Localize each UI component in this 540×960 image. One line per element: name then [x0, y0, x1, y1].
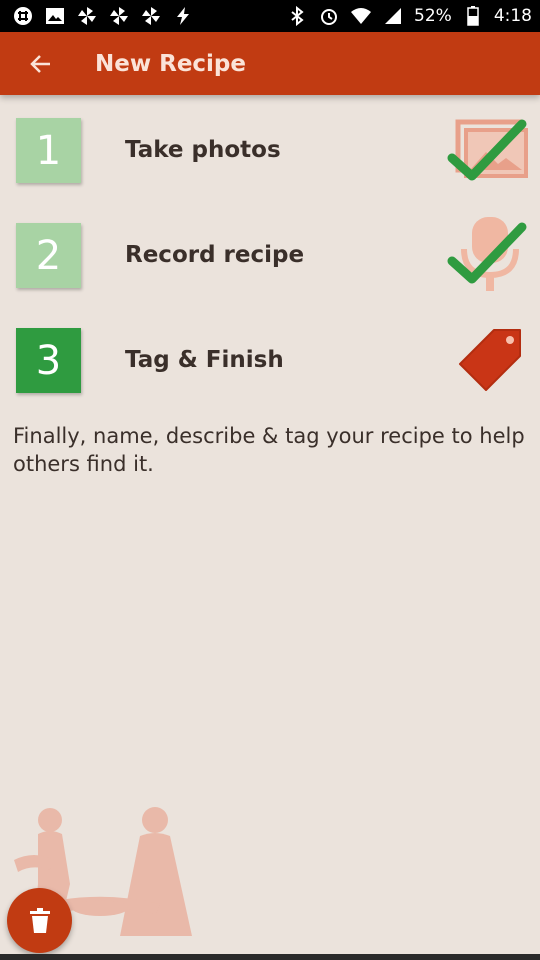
clock: 4:18 — [493, 6, 532, 26]
pinwheel-icon — [108, 5, 130, 27]
page-title: New Recipe — [95, 50, 246, 77]
arrow-left-icon — [30, 54, 50, 73]
step-tag-finish[interactable]: 3 Tag & Finish — [0, 314, 540, 419]
step-take-photos[interactable]: 1 Take photos — [0, 104, 540, 209]
signal-icon — [382, 5, 404, 27]
app-bar: New Recipe — [0, 32, 540, 95]
notification-icons — [12, 5, 194, 27]
step-label: Tag & Finish — [125, 347, 284, 373]
step-label: Take photos — [125, 137, 281, 163]
step-label: Record recipe — [125, 242, 305, 268]
delete-button[interactable] — [7, 888, 72, 953]
tag-icon — [459, 329, 521, 391]
pinwheel-icon — [76, 5, 98, 27]
step-number-badge: 1 — [16, 118, 81, 183]
gallery-icon — [44, 5, 66, 27]
back-button[interactable] — [0, 32, 82, 95]
bolt-icon — [172, 5, 194, 27]
step-description: Finally, name, describe & tag your recip… — [13, 424, 525, 476]
battery-percent: 52% — [414, 6, 452, 26]
bluetooth-icon — [286, 5, 308, 27]
battery-icon — [462, 5, 484, 27]
step-number-badge: 2 — [16, 223, 81, 288]
photos-check-icon — [447, 119, 528, 181]
microphone-check-icon — [447, 217, 527, 291]
nav-bar-edge — [0, 954, 540, 960]
status-bar: 52% 4:18 — [0, 0, 540, 32]
wifi-icon — [350, 5, 372, 27]
alarm-icon — [318, 5, 340, 27]
step-record-recipe[interactable]: 2 Record recipe — [0, 209, 540, 314]
slack-icon — [12, 5, 34, 27]
system-icons: 52% 4:18 — [286, 5, 532, 27]
trash-icon — [29, 907, 50, 933]
step-number-badge: 3 — [16, 328, 81, 393]
pinwheel-icon — [140, 5, 162, 27]
